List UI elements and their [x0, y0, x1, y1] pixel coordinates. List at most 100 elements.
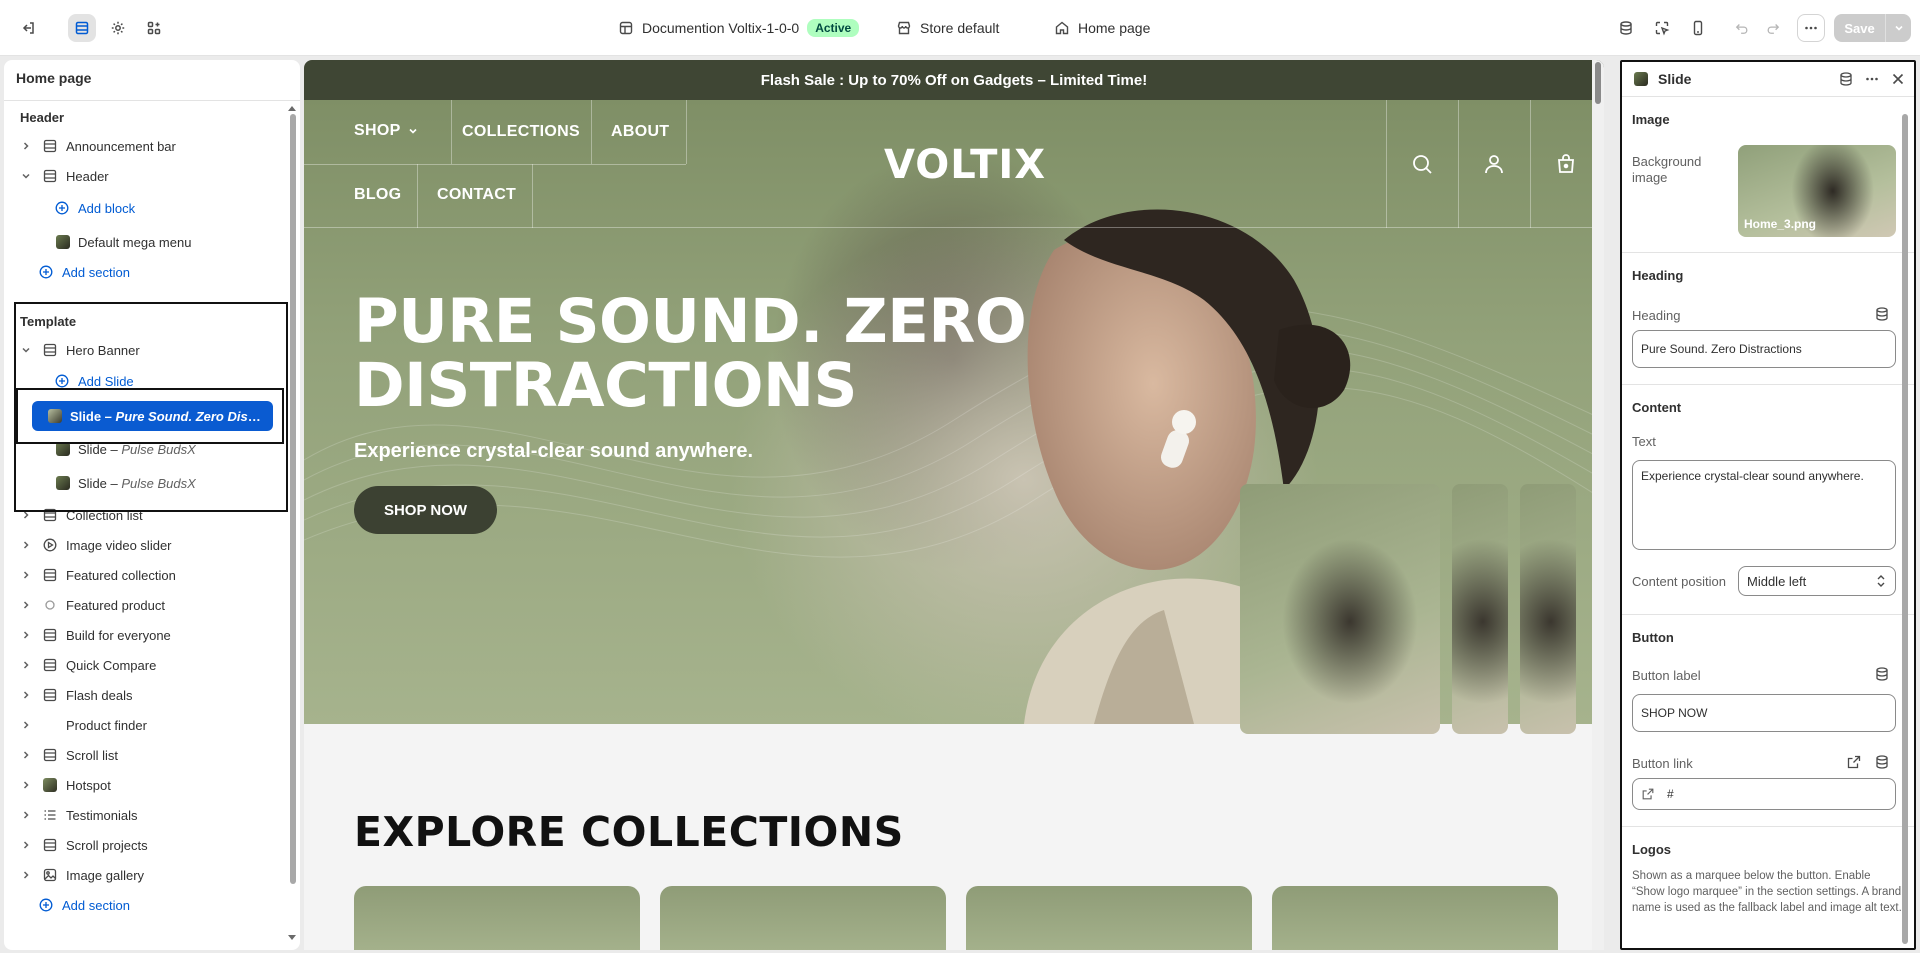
sidebar-item-scroll-projects[interactable]: Scroll projects — [4, 831, 286, 859]
chevron-down-icon[interactable] — [1886, 14, 1911, 42]
sidebar-item-label: Featured collection — [66, 567, 176, 583]
sidebar-item-product-finder[interactable]: Product finder — [4, 711, 286, 739]
chevron-right-icon[interactable] — [20, 779, 32, 791]
scroll-down-icon[interactable] — [287, 934, 297, 942]
ellipsis-icon[interactable] — [1864, 71, 1880, 87]
chevron-right-icon[interactable] — [20, 539, 32, 551]
account-icon[interactable] — [1482, 152, 1506, 176]
sidebar-item-quick-compare[interactable]: Quick Compare — [4, 651, 286, 679]
sidebar-item-featured-product[interactable]: Featured product — [4, 591, 286, 619]
chevron-right-icon[interactable] — [20, 809, 32, 821]
brand-logo[interactable]: VOLTIX — [884, 142, 1045, 188]
sidebar-item-testimonials[interactable]: Testimonials — [4, 801, 286, 829]
plus-circle-icon — [54, 200, 70, 216]
add-block-link[interactable]: Add block — [20, 194, 300, 222]
undo-icon[interactable] — [1726, 14, 1757, 42]
sidebar-item-mega-menu[interactable]: Default mega menu — [20, 228, 300, 256]
shop-now-button[interactable]: SHOP NOW — [354, 486, 497, 534]
collection-card[interactable] — [660, 886, 946, 950]
scroll-up-icon[interactable] — [287, 104, 297, 112]
add-block-label: Add block — [78, 200, 136, 216]
panel-scrollbar[interactable] — [1902, 114, 1908, 944]
sidebar-item-scroll-list[interactable]: Scroll list — [4, 741, 286, 769]
nav-shop[interactable]: SHOP — [354, 122, 419, 140]
sidebar-item-hero-banner[interactable]: Hero Banner — [4, 336, 286, 364]
mobile-view-icon[interactable] — [1684, 14, 1712, 42]
add-section-link[interactable]: Add section — [4, 891, 286, 919]
add-slide-link[interactable]: Add Slide — [4, 367, 286, 395]
save-button[interactable]: Save — [1834, 14, 1911, 42]
site-header: SHOP COLLECTIONS ABOUT BLOG CONTACT VOLT… — [304, 100, 1604, 228]
page-selector[interactable]: Home page — [1054, 16, 1150, 40]
dynamic-source-icon[interactable] — [1874, 754, 1890, 770]
add-section-link[interactable]: Add section — [4, 258, 286, 286]
chevron-right-icon[interactable] — [20, 689, 32, 701]
nav-blog[interactable]: BLOG — [354, 186, 401, 204]
button-label-input[interactable]: SHOP NOW — [1632, 694, 1896, 732]
nav-collections[interactable]: COLLECTIONS — [462, 123, 580, 141]
chevron-right-icon[interactable] — [20, 869, 32, 881]
slide-thumbnail-card[interactable] — [1452, 484, 1508, 734]
database-icon[interactable] — [1612, 14, 1640, 42]
chevron-right-icon[interactable] — [20, 749, 32, 761]
chevron-right-icon[interactable] — [20, 509, 32, 521]
exit-icon[interactable] — [14, 14, 42, 42]
theme-selector[interactable]: Documention Voltix-1-0-0 Active — [618, 16, 860, 40]
sidebar-item-build-for-everyone[interactable]: Build for everyone — [4, 621, 286, 649]
search-icon[interactable] — [1410, 152, 1434, 176]
cart-icon[interactable] — [1554, 152, 1578, 176]
chevron-right-icon[interactable] — [20, 839, 32, 851]
content-position-select[interactable]: Middle left — [1738, 566, 1896, 596]
chevron-down-icon[interactable] — [20, 170, 32, 182]
collection-card[interactable] — [1272, 886, 1558, 950]
redo-icon[interactable] — [1757, 14, 1788, 42]
background-image-picker[interactable]: Home_3.png — [1738, 145, 1896, 237]
chevron-down-icon[interactable] — [20, 344, 32, 356]
button-link-input[interactable]: # — [1632, 778, 1896, 810]
database-icon[interactable] — [1838, 71, 1854, 87]
sidebar-item-image-video-slider[interactable]: Image video slider — [4, 531, 286, 559]
chevron-right-icon[interactable] — [20, 140, 32, 152]
sidebar-item-featured-collection[interactable]: Featured collection — [4, 561, 286, 589]
group-label-template: Template — [20, 314, 77, 329]
preview-scrollbar[interactable] — [1592, 60, 1604, 950]
product-icon — [42, 597, 58, 613]
inspector-icon[interactable] — [1648, 14, 1676, 42]
slide-thumbnail-card[interactable] — [1240, 484, 1440, 734]
more-actions-button[interactable] — [1797, 14, 1825, 42]
sidebar-scrollbar[interactable] — [290, 114, 296, 884]
sidebar-item-collection-list[interactable]: Collection list — [4, 501, 286, 529]
chevron-right-icon[interactable] — [20, 659, 32, 671]
sidebar-item-header[interactable]: Header — [4, 162, 286, 190]
sidebar-item-slide[interactable]: Slide – Pulse BudsX — [4, 435, 286, 463]
layout-icon — [42, 747, 58, 763]
heading-input[interactable]: Pure Sound. Zero Distractions — [1632, 330, 1896, 368]
sidebar-item-announcement-bar[interactable]: Announcement bar — [4, 132, 286, 160]
hero-banner[interactable]: SHOP COLLECTIONS ABOUT BLOG CONTACT VOLT… — [304, 100, 1604, 734]
sidebar-item-slide-selected[interactable]: Slide – Pure Sound. Zero Distra... — [32, 401, 273, 431]
store-selector[interactable]: Store default — [896, 16, 999, 40]
sidebar-item-slide[interactable]: Slide – Pulse BudsX — [4, 469, 286, 497]
sidebar-item-hotspot[interactable]: Hotspot — [4, 771, 286, 799]
text-textarea[interactable]: Experience crystal-clear sound anywhere. — [1632, 460, 1896, 550]
dynamic-source-icon[interactable] — [1874, 666, 1890, 682]
slide-thumbnail-card[interactable] — [1520, 484, 1576, 734]
sidebar-item-image-gallery[interactable]: Image gallery — [4, 861, 286, 889]
sidebar-item-flash-deals[interactable]: Flash deals — [4, 681, 286, 709]
collection-card[interactable] — [354, 886, 640, 950]
chevron-right-icon[interactable] — [20, 719, 32, 731]
nav-about[interactable]: ABOUT — [611, 123, 669, 141]
select-arrows-icon — [1877, 575, 1885, 587]
sections-icon[interactable] — [68, 14, 96, 42]
close-icon[interactable] — [1890, 71, 1906, 87]
dynamic-source-icon[interactable] — [1874, 306, 1890, 322]
chevron-right-icon[interactable] — [20, 629, 32, 641]
collection-card[interactable] — [966, 886, 1252, 950]
nav-contact[interactable]: CONTACT — [437, 186, 516, 204]
storefront-preview[interactable]: Flash Sale : Up to 70% Off on Gadgets – … — [304, 60, 1604, 950]
settings-gear-icon[interactable] — [104, 14, 132, 42]
chevron-right-icon[interactable] — [20, 599, 32, 611]
external-link-icon[interactable] — [1846, 754, 1862, 770]
apps-icon[interactable] — [140, 14, 168, 42]
chevron-right-icon[interactable] — [20, 569, 32, 581]
